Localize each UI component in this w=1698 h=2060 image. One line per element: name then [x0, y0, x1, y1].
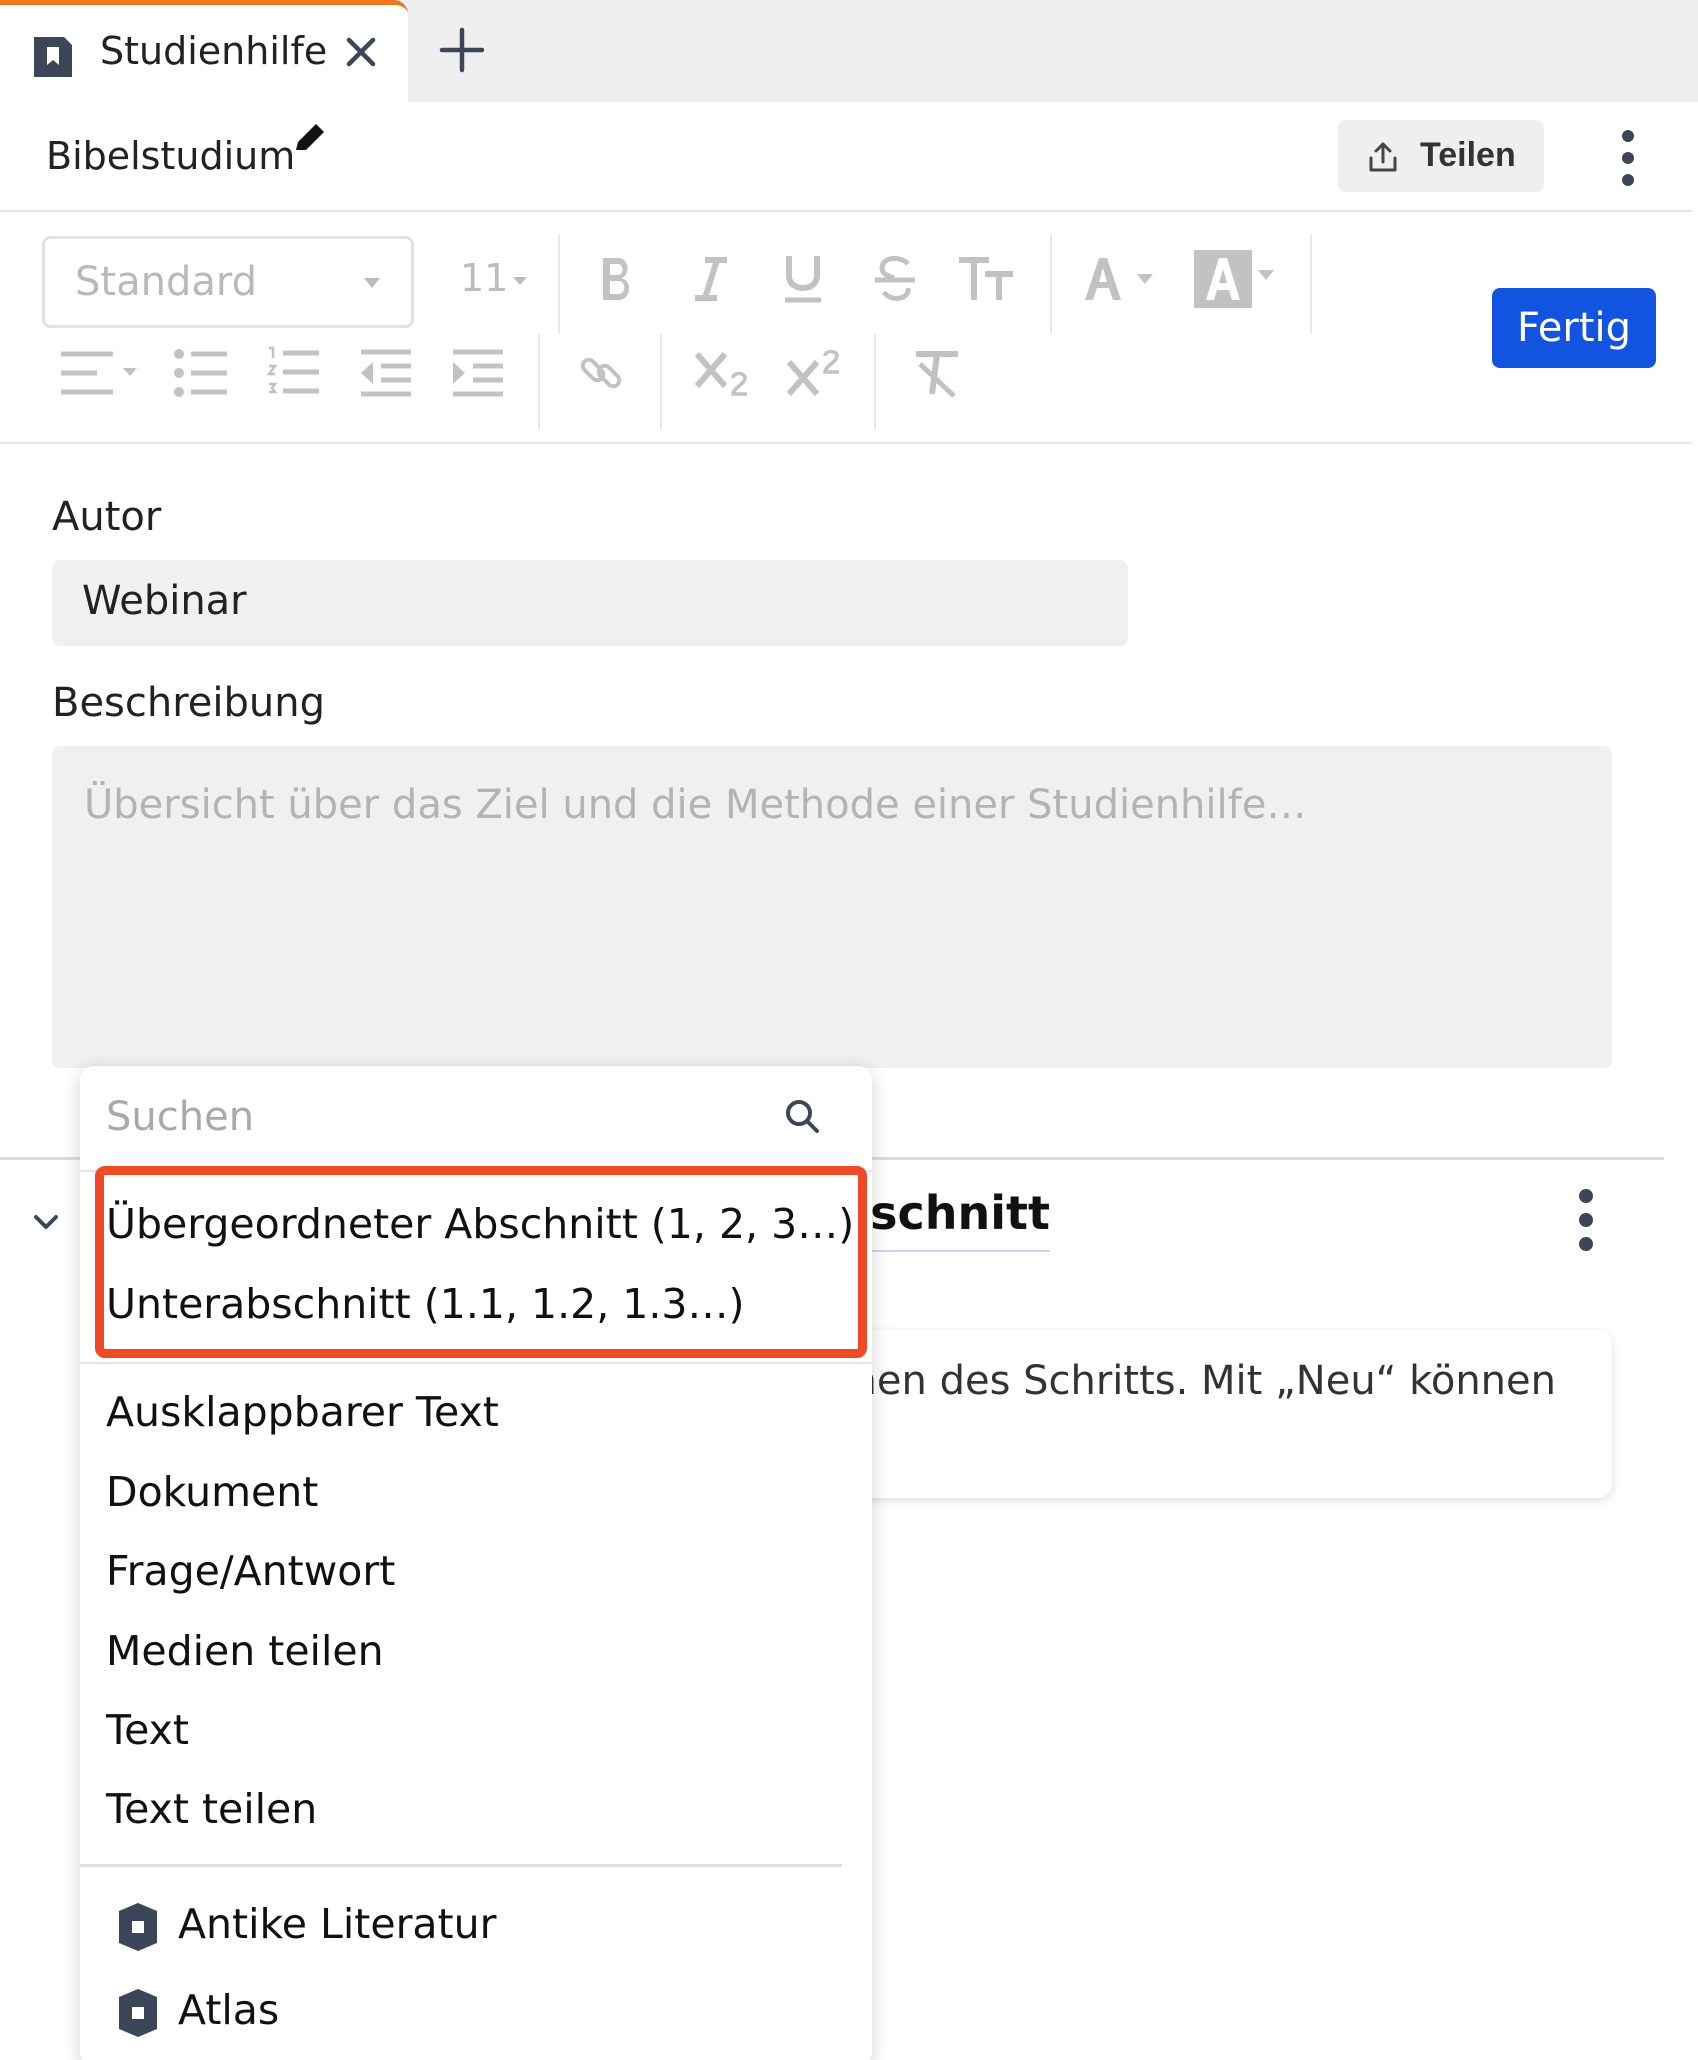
indent-icon — [453, 349, 503, 397]
highlight-box — [95, 1166, 867, 1358]
text-size-icon — [959, 257, 1013, 300]
chevron-down-icon[interactable] — [28, 1204, 64, 1240]
menu-item-document[interactable]: Dokument — [106, 1468, 318, 1516]
menu-item-label: Atlas — [178, 1986, 280, 2034]
align-left-icon — [61, 351, 137, 395]
italic-button[interactable] — [676, 244, 746, 314]
bookmark-doc-icon — [34, 37, 72, 77]
underline-button[interactable] — [768, 244, 838, 314]
tab-bar: Studienhilfe — [0, 0, 1698, 102]
link-button[interactable] — [566, 338, 636, 408]
insert-block-dropdown: Suchen Übergeordneter Abschnitt (1, 2, 3… — [80, 1066, 872, 2060]
author-field[interactable]: Webinar — [52, 560, 1128, 646]
subscript-button[interactable] — [686, 338, 756, 408]
section-hint-text: men des Schritts. Mit „Neu“ können — [837, 1358, 1556, 1404]
italic-icon — [695, 257, 727, 301]
menu-item-share-text[interactable]: Text teilen — [106, 1785, 317, 1833]
bold-icon — [603, 258, 630, 300]
more-vertical-icon[interactable] — [1566, 1188, 1606, 1252]
document-title: Bibelstudium — [46, 134, 296, 178]
author-label: Autor — [52, 494, 162, 540]
bullet-list-icon — [174, 349, 227, 397]
done-button[interactable]: Fertig — [1492, 288, 1656, 368]
highlight-color-icon — [1194, 250, 1274, 308]
text-color-button[interactable] — [1076, 244, 1166, 314]
share-label: Teilen — [1420, 136, 1516, 174]
menu-item-ancient-literature[interactable]: Antike Literatur — [106, 1898, 706, 1958]
author-value: Webinar — [82, 578, 247, 624]
caret-down-icon — [364, 278, 380, 288]
tab-studienhilfe[interactable]: Studienhilfe — [0, 0, 408, 102]
numbered-list-button[interactable] — [258, 338, 328, 408]
share-button[interactable]: Teilen — [1338, 120, 1544, 192]
numbered-list-icon — [266, 346, 319, 394]
book-icon — [119, 1989, 157, 2037]
bold-button[interactable] — [582, 244, 652, 314]
strikethrough-icon — [875, 256, 915, 301]
menu-item-collapsible-text[interactable]: Ausklappbarer Text — [106, 1388, 499, 1436]
outdent-button[interactable] — [350, 338, 420, 408]
menu-item-label: Antike Literatur — [178, 1900, 497, 1948]
link-icon — [580, 357, 622, 389]
pencil-icon[interactable] — [292, 120, 328, 156]
paragraph-style-value: Standard — [75, 259, 257, 305]
close-icon[interactable] — [340, 31, 382, 73]
add-tab-icon[interactable] — [436, 24, 488, 76]
toolbar-separator — [1310, 234, 1312, 334]
tab-label: Studienhilfe — [100, 29, 328, 73]
outdent-icon — [361, 349, 411, 397]
dropdown-separator — [80, 1362, 872, 1364]
bullet-list-button[interactable] — [166, 338, 236, 408]
toolbar-separator — [1050, 234, 1052, 334]
indent-button[interactable] — [442, 338, 512, 408]
dropdown-search[interactable]: Suchen — [80, 1066, 872, 1172]
menu-item-question-answer[interactable]: Frage/Antwort — [106, 1547, 395, 1595]
description-field[interactable]: Übersicht über das Ziel und die Methode … — [52, 746, 1612, 1068]
more-vertical-icon[interactable] — [1610, 128, 1646, 188]
toolbar-separator — [874, 334, 876, 430]
dropdown-separator — [80, 1864, 842, 1867]
toolbar-separator — [558, 234, 560, 334]
document-header: Bibelstudium Teilen — [0, 102, 1692, 212]
description-placeholder: Übersicht über das Ziel und die Methode … — [84, 782, 1307, 828]
menu-item-text[interactable]: Text — [106, 1706, 189, 1754]
toolbar-separator — [660, 334, 662, 430]
superscript-button[interactable] — [778, 338, 848, 408]
formatting-toolbar: Standard 11 Fertig — [0, 214, 1692, 444]
menu-item-atlas[interactable]: Atlas — [106, 1984, 706, 2044]
highlight-color-button[interactable] — [1190, 244, 1280, 314]
description-label: Beschreibung — [52, 680, 326, 726]
font-size-value: 11 — [460, 256, 509, 300]
caret-down-icon — [513, 277, 527, 285]
align-button[interactable] — [54, 338, 144, 408]
font-size-select[interactable]: 11 — [456, 254, 536, 314]
share-icon — [1369, 142, 1397, 172]
underline-icon — [785, 256, 821, 303]
superscript-icon — [786, 349, 839, 396]
text-color-icon — [1085, 258, 1153, 300]
subscript-icon — [694, 352, 747, 396]
clear-formatting-button[interactable] — [902, 338, 972, 408]
strikethrough-button[interactable] — [860, 244, 930, 314]
search-icon — [786, 1100, 819, 1133]
text-size-button[interactable] — [952, 244, 1022, 314]
clear-formatting-icon — [916, 351, 958, 398]
search-input[interactable]: Suchen — [106, 1094, 254, 1140]
menu-item-share-media[interactable]: Medien teilen — [106, 1627, 384, 1675]
paragraph-style-select[interactable]: Standard — [42, 236, 414, 328]
toolbar-separator — [538, 334, 540, 430]
book-icon — [119, 1903, 157, 1951]
